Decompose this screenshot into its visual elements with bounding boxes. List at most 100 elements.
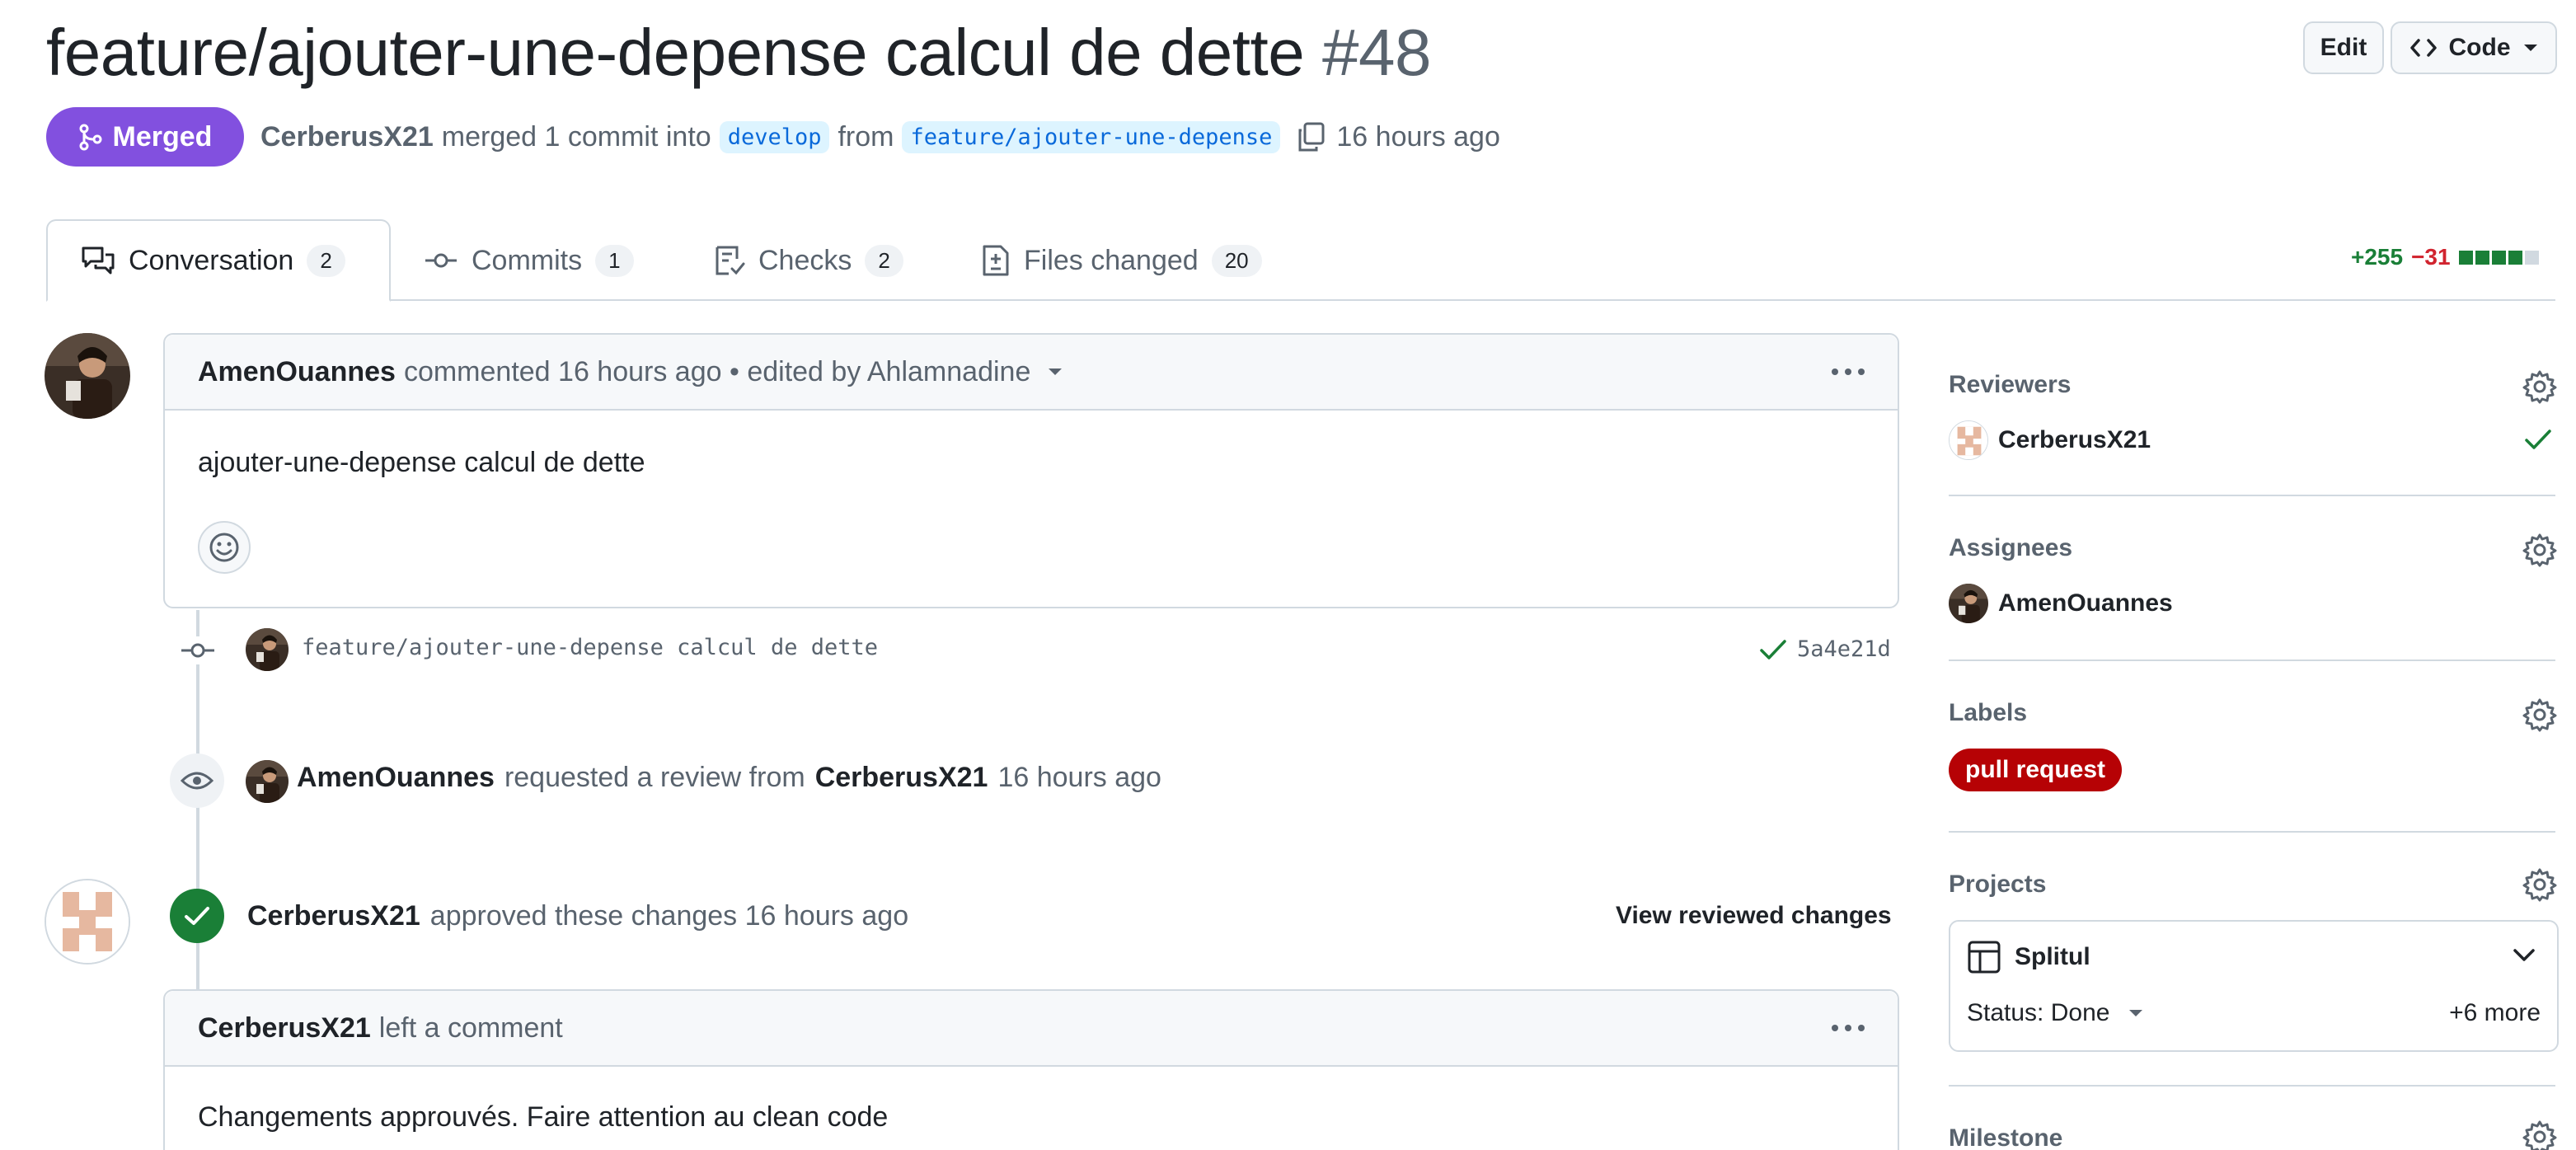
assignees-gear-icon[interactable] [2522,533,2557,567]
diffstat-deletions: −31 [2411,244,2451,270]
check-icon[interactable] [1759,637,1787,662]
checklist-icon [714,244,745,277]
tab-commits-label: Commits [472,244,583,276]
project-more-link[interactable]: +6 more [2449,999,2541,1027]
review-comment-text: Changements approuvés. Faire attention a… [198,1101,889,1133]
labels-heading[interactable]: Labels [1949,699,2027,727]
reviewer-approved-check-icon [2524,427,2552,452]
commit-message-link[interactable]: feature/ajouter-une-depense calcul de de… [302,635,878,660]
approval-event: CerberusX21 approved these changes 16 ho… [247,900,908,932]
kebab-menu-icon[interactable] [1832,1025,1865,1031]
assignee-item[interactable]: AmenOuannes [1949,584,2173,623]
git-merge-icon [78,123,103,151]
first-comment-header: AmenOuannes commented 16 hours ago • edi… [165,335,1898,411]
chevron-down-icon [2128,1008,2144,1018]
kebab-menu-icon[interactable] [1832,368,1865,375]
review-comment-author-link[interactable]: CerberusX21 [198,1012,371,1044]
code-button[interactable]: Code [2391,21,2557,74]
merge-time: 16 hours ago [1336,120,1500,153]
review-comment: CerberusX21 left a comment Changements a… [163,989,1899,1150]
tab-conversation[interactable]: Conversation 2 [46,219,391,302]
requester-avatar[interactable] [246,760,289,803]
review-request-event: AmenOuannes requested a review from Cerb… [297,762,1161,794]
pr-number: #48 [1321,16,1431,89]
reviewer-name: CerberusX21 [1998,426,2151,453]
pr-title-text: feature/ajouter-une-depense calcul de de… [46,16,1305,89]
sidebar-divider [1949,1085,2555,1087]
milestone-heading[interactable]: Milestone [1949,1124,2062,1150]
reviewer-item[interactable]: CerberusX21 [1949,420,2151,460]
project-expand-chevron-icon[interactable] [2513,948,2536,963]
head-branch-link[interactable]: feature/ajouter-une-depense [902,120,1281,153]
merged-badge-label: Merged [112,120,213,153]
first-comment: AmenOuannes commented 16 hours ago • edi… [163,333,1899,608]
tab-commits-count: 1 [595,244,634,277]
sidebar-divider [1949,495,2555,496]
edit-button[interactable]: Edit [2303,21,2384,74]
smiley-icon [209,532,240,563]
tab-conversation-count: 2 [307,244,345,277]
labels-gear-icon[interactable] [2522,697,2557,732]
project-status-dropdown[interactable]: Status: Done [1967,999,2144,1027]
merged-status-badge: Merged [46,107,244,167]
approver-link[interactable]: CerberusX21 [247,900,420,932]
commit-author-avatar[interactable] [246,628,289,671]
label-pull-request[interactable]: pull request [1949,749,2123,791]
assignees-heading[interactable]: Assignees [1949,534,2072,562]
tab-files-changed[interactable]: Files changed 20 [981,219,1262,302]
sidebar-divider [1949,831,2555,833]
from-text: from [838,120,894,153]
commit-status: 5a4e21d [1759,636,1891,662]
merge-author-link[interactable]: CerberusX21 [260,121,434,153]
add-reaction-button[interactable] [198,521,251,574]
commit-node-icon [178,636,218,664]
tab-files-changed-count: 20 [1211,244,1262,277]
assignee-avatar [1949,584,1988,623]
tab-conversation-label: Conversation [129,244,294,276]
view-reviewed-changes-button[interactable]: View reviewed changes [1616,902,1892,930]
reviewer-avatar [1949,420,1988,460]
edit-history-chevron-icon[interactable] [1047,367,1063,377]
code-button-label: Code [2448,34,2511,61]
reviewers-gear-icon[interactable] [2522,369,2557,404]
assignee-name: AmenOuannes [1998,589,2173,617]
comment-author-link[interactable]: AmenOuannes [198,356,396,388]
requested-reviewer-link[interactable]: CerberusX21 [815,762,988,794]
merge-text: merged 1 commit into [441,120,711,153]
tab-files-changed-label: Files changed [1024,244,1199,276]
tab-commits[interactable]: Commits 1 [424,219,634,302]
projects-heading[interactable]: Projects [1949,871,2046,899]
review-request-node [170,753,224,808]
pr-title: feature/ajouter-une-depense calcul de de… [46,12,1431,94]
base-branch-link[interactable]: develop [719,120,830,153]
milestone-gear-icon[interactable] [2522,1119,2557,1150]
sidebar-divider [1949,659,2555,661]
requester-link[interactable]: AmenOuannes [297,762,495,794]
edit-button-label: Edit [2320,34,2367,61]
code-icon [2409,35,2438,60]
diffstat: +255 −31 [2351,244,2539,270]
tab-checks-label: Checks [758,244,852,276]
avatar-cerberusx21[interactable] [45,879,130,965]
reviewers-heading[interactable]: Reviewers [1949,371,2071,399]
project-card: Splitul Status: Done +6 more [1949,920,2559,1052]
comment-discussion-icon [81,245,115,276]
table-icon [1967,940,2001,974]
project-status-value: Status: Done [1967,999,2110,1026]
tabs-divider [46,299,2555,301]
copy-icon[interactable] [1295,120,1328,153]
approved-node [170,889,224,943]
tab-checks[interactable]: Checks 2 [714,219,903,302]
review-comment-body: Changements approuvés. Faire attention a… [165,1067,1898,1134]
project-name-link[interactable]: Splitul [2015,943,2090,971]
approval-text: approved these changes 16 hours ago [429,900,909,932]
commit-sha-link[interactable]: 5a4e21d [1797,636,1891,662]
eye-icon [180,769,214,792]
file-diff-icon [981,244,1011,277]
tab-checks-count: 2 [865,244,903,277]
projects-gear-icon[interactable] [2522,867,2557,902]
diffstat-bar [2458,250,2539,265]
review-request-time: 16 hours ago [997,762,1161,793]
avatar-amenouannes[interactable] [45,333,130,419]
chevron-down-icon [2522,43,2539,53]
